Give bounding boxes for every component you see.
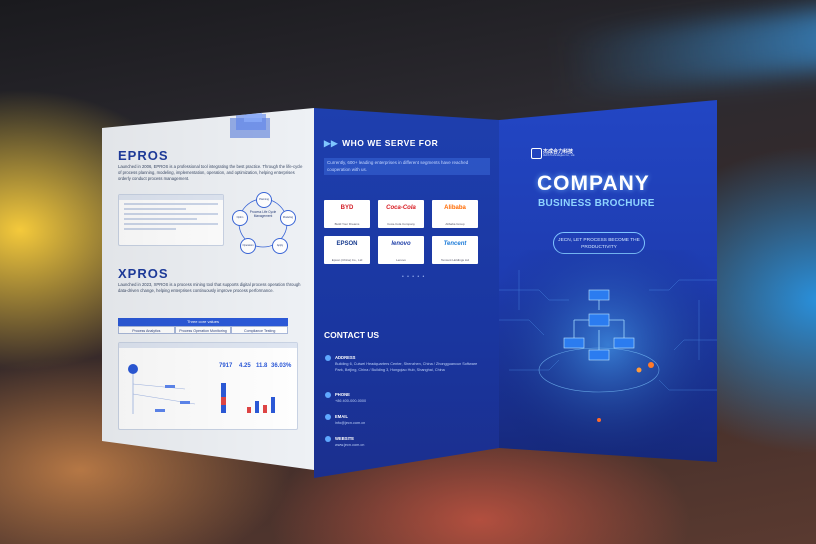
- xpros-screenshot: 7917 4.25 11.8 36.03%: [118, 342, 298, 430]
- core-value: Process Operation Monitoring: [174, 326, 232, 334]
- globe-icon: [325, 436, 331, 442]
- phone-icon: [325, 392, 331, 398]
- epros-title: EPROS: [118, 148, 169, 163]
- location-icon: [325, 355, 331, 361]
- contact-label: ADDRESS: [335, 355, 356, 360]
- core-values-title: Three core values: [118, 318, 288, 326]
- brochure-left-panel: EPROS Launched in 2006, EPROS is a profe…: [102, 108, 314, 470]
- client-logo-cocacola: Coca-Cola Coca-Cola Company: [378, 200, 424, 228]
- kpi-value: 36.03%: [271, 363, 292, 369]
- core-value: Process Analytics: [118, 326, 175, 334]
- email-icon: [325, 414, 331, 420]
- contact-label: WEBSITE: [335, 436, 355, 441]
- kpi-value: 4.25: [239, 363, 251, 369]
- xpros-description: Launched in 2023, XPROS is a process min…: [118, 282, 301, 293]
- cover-title: COMPANY: [537, 172, 650, 195]
- brochure-cover-panel: 杰成合力科技 JECN Technologies Co., Ltd. COMPA…: [499, 100, 717, 462]
- contact-value: info@jecn.com.cn: [335, 421, 366, 425]
- core-value: Compliance Testing: [231, 326, 289, 334]
- xpros-title: XPROS: [118, 266, 169, 281]
- client-logo-alibaba: Alibaba Alibaba Group: [432, 200, 478, 228]
- epros-screenshot: [118, 194, 224, 246]
- brochure-middle-panel: ▶▶ WHO WE SERVE FOR Currently, 600+ leadi…: [314, 108, 499, 478]
- contact-us-title: CONTACT US: [324, 330, 380, 340]
- bar-panel: [221, 383, 275, 413]
- cover-subtitle: BUSINESS BROCHURE: [538, 198, 655, 209]
- client-logo-lenovo: lenovo Lenovo: [378, 236, 424, 264]
- logo-mark-icon: [531, 148, 542, 159]
- contact-value: +86 400-000-0000: [335, 399, 367, 403]
- logo-subtitle: JECN Technologies Co., Ltd.: [543, 154, 575, 157]
- client-logo-epson: EPSON Epson (China) Co., Ltd: [324, 236, 370, 264]
- epros-description: Launched in 2006, EPROS is a professiona…: [118, 164, 303, 181]
- client-logo-byd: BYD Build Your Dreams: [324, 200, 370, 228]
- lifecycle-diagram: Process Life Cycle Management Planning M…: [228, 188, 298, 258]
- contact-label: EMAIL: [335, 414, 349, 419]
- kpi-value: 11.8: [256, 363, 268, 369]
- client-logo-tencent: Tencent Tencent Holdings Ltd: [432, 236, 478, 264]
- contact-value: www.jecn.com.cn: [335, 443, 365, 447]
- lifecycle-node: Operation: [240, 238, 256, 254]
- lifecycle-node: Modeling: [280, 210, 296, 226]
- who-we-serve-title: ▶▶ WHO WE SERVE FOR: [324, 138, 439, 148]
- more-indicator: • • • • •: [402, 274, 426, 280]
- kpi-value: 7917: [219, 363, 233, 369]
- lifecycle-node: Planning: [256, 192, 272, 208]
- lifecycle-node: Apply: [272, 238, 288, 254]
- lifecycle-center-label: Process Life Cycle Management: [249, 210, 277, 218]
- double-chevron-icon: ▶▶: [324, 138, 339, 148]
- core-values-row: Process Analytics Process Operation Moni…: [118, 326, 289, 334]
- lifecycle-node: Optim: [232, 210, 248, 226]
- contact-label: PHONE: [335, 392, 350, 397]
- process-map: [128, 364, 196, 414]
- contact-value: Building 6, Cuiwei Headquarters Center, …: [335, 362, 478, 372]
- who-we-serve-description: Currently, 600+ leading enterprises in d…: [324, 158, 490, 175]
- circuit-flowchart-illustration: [499, 250, 717, 462]
